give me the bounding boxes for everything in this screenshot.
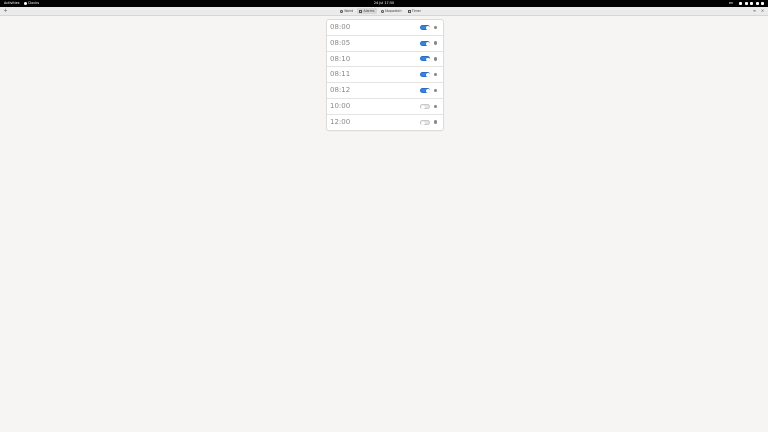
tab-alarms[interactable]: Alarms	[357, 8, 377, 14]
alarm-enable-toggle[interactable]	[420, 119, 430, 125]
keyboard-layout-indicator[interactable]: en	[729, 0, 733, 7]
top-bar: Activities Clocks 24 Jul 17:50 en	[0, 0, 768, 7]
alarm-list: 08:00 08:05 08:10 08:11 08:12 10:00 12:00	[326, 19, 444, 131]
alarm-time: 08:05	[330, 38, 351, 47]
close-window-button[interactable]: ×	[760, 8, 765, 14]
alarm-time: 10:00	[330, 101, 351, 110]
alarm-enable-toggle[interactable]	[420, 40, 431, 46]
alarm-time: 08:00	[330, 23, 351, 31]
alarm-time: 08:10	[330, 54, 351, 63]
system-clock[interactable]: 24 Jul 17:50	[0, 0, 768, 7]
toggle-knob	[421, 120, 426, 125]
close-icon: ×	[760, 8, 765, 13]
stopwatch-icon	[380, 9, 384, 13]
globe-icon	[340, 9, 343, 13]
network-icon[interactable]	[744, 2, 748, 5]
tab-world-label: World	[344, 9, 354, 13]
alarm-enable-toggle[interactable]	[420, 56, 431, 62]
alarm-time: 08:11	[330, 70, 351, 79]
timer-icon	[407, 9, 411, 13]
toggle-knob	[426, 41, 431, 46]
alarm-row[interactable]: 10:00	[327, 99, 443, 115]
tab-stopwatch-label: Stopwatch	[384, 9, 402, 13]
alarm-row[interactable]: 08:12	[327, 83, 443, 99]
gear-icon[interactable]	[434, 41, 438, 45]
alarm-row[interactable]: 08:10	[327, 52, 443, 68]
gear-icon[interactable]	[434, 73, 438, 77]
alarm-clock-icon	[359, 9, 363, 13]
gear-icon[interactable]	[434, 25, 438, 30]
gear-icon[interactable]	[434, 88, 438, 93]
alarm-time: 08:12	[330, 86, 351, 95]
toggle-knob	[426, 73, 431, 78]
add-alarm-button[interactable]: +	[3, 8, 8, 14]
hamburger-menu-icon: ≡	[752, 8, 757, 13]
tab-alarms-label: Alarms	[363, 9, 375, 13]
tab-world[interactable]: World	[338, 8, 355, 14]
accessibility-icon[interactable]	[739, 2, 742, 5]
system-tray[interactable]	[739, 0, 765, 7]
toggle-knob	[426, 89, 431, 94]
plus-icon: +	[3, 8, 8, 14]
tab-timer-label: Timer	[411, 9, 421, 13]
toggle-knob	[426, 57, 431, 62]
header-bar: + World Alarms Stopwatch Timer ≡ ×	[0, 7, 768, 16]
gear-icon[interactable]	[434, 104, 438, 109]
battery-icon[interactable]	[755, 2, 759, 5]
tab-timer[interactable]: Timer	[406, 8, 423, 14]
view-switcher: World Alarms Stopwatch Timer	[338, 8, 423, 14]
alarm-row[interactable]: 12:00	[327, 115, 443, 130]
toggle-knob	[426, 26, 431, 30]
main-menu-button[interactable]: ≡	[752, 8, 757, 14]
alarm-time: 12:00	[330, 117, 351, 126]
alarm-enable-toggle[interactable]	[420, 87, 431, 94]
tab-stopwatch[interactable]: Stopwatch	[379, 8, 404, 14]
toggle-knob	[421, 105, 426, 109]
alarm-enable-toggle[interactable]	[420, 103, 430, 109]
gear-icon[interactable]	[434, 120, 438, 124]
alarm-enable-toggle[interactable]	[420, 72, 431, 78]
volume-icon[interactable]	[750, 2, 754, 5]
gear-icon[interactable]	[434, 57, 438, 61]
power-icon[interactable]	[761, 2, 765, 5]
alarm-row[interactable]: 08:11	[327, 67, 443, 84]
alarm-enable-toggle[interactable]	[420, 24, 431, 30]
alarm-row[interactable]: 08:00	[327, 20, 443, 36]
alarm-row[interactable]: 08:05	[327, 36, 443, 52]
